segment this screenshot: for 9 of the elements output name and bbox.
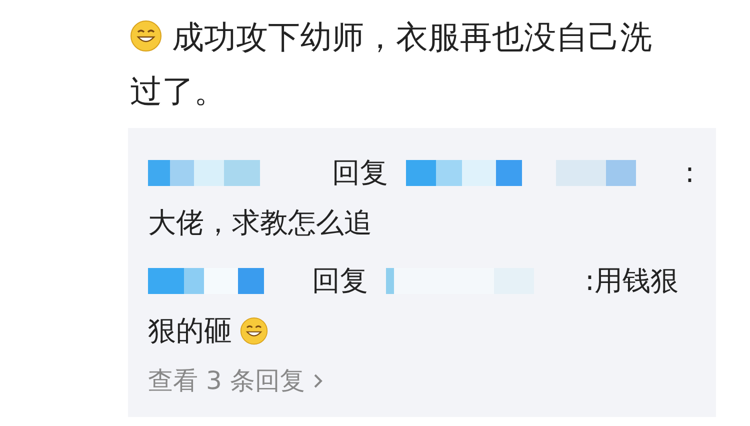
view-replies-link[interactable]: 查看 3 条回复 [148,364,323,397]
reply-label: 回复 [312,263,368,299]
reply-text: : [685,155,694,191]
reply-label: 回复 [332,155,388,191]
chevron-icon [312,372,323,388]
reply-text: 大佬，求教怎么追 [148,205,372,241]
reply-text: 狠的砸 [148,313,232,349]
reply-text: :用钱狠 [585,263,678,299]
comment-text: 成功攻下幼师，衣服再也没自己洗过了。 [130,17,653,112]
